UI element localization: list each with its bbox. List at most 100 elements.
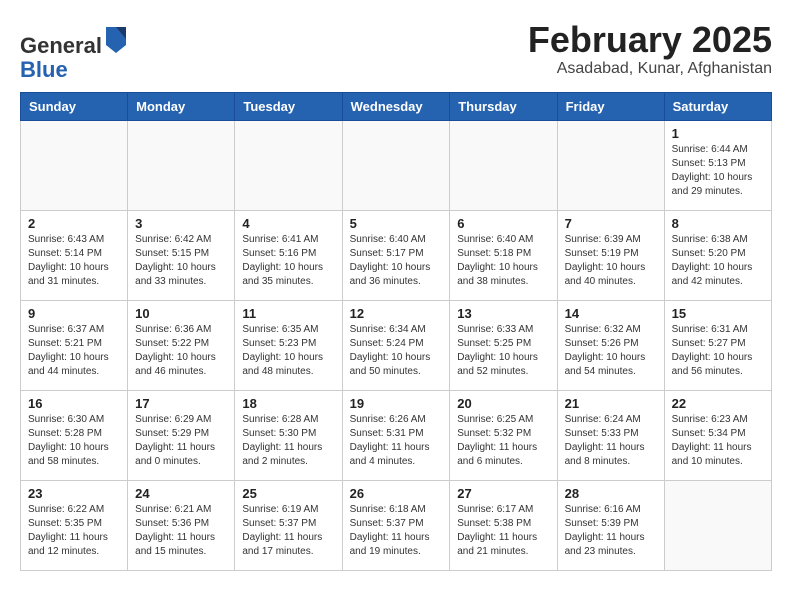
day-info: Sunrise: 6:33 AM Sunset: 5:25 PM Dayligh… bbox=[457, 323, 549, 379]
day-number: 14 bbox=[565, 306, 657, 321]
week-row-1: 1 Sunrise: 6:44 AM Sunset: 5:13 PM Daylig… bbox=[21, 121, 772, 211]
day-cell-w3-d3: 11 Sunrise: 6:35 AM Sunset: 5:23 PM Dayli… bbox=[235, 301, 342, 391]
day-info: Sunrise: 6:36 AM Sunset: 5:22 PM Dayligh… bbox=[135, 323, 227, 379]
day-number: 18 bbox=[242, 396, 334, 411]
day-info: Sunrise: 6:23 AM Sunset: 5:34 PM Dayligh… bbox=[672, 413, 764, 469]
day-number: 4 bbox=[242, 216, 334, 231]
day-number: 6 bbox=[457, 216, 549, 231]
weekday-header-row: Sunday Monday Tuesday Wednesday Thursday… bbox=[21, 93, 772, 121]
day-cell-w2-d4: 5Sunrise: 6:40 AM Sunset: 5:17 PM Daylig… bbox=[342, 211, 450, 301]
day-number: 19 bbox=[350, 396, 443, 411]
week-row-3: 9 Sunrise: 6:37 AM Sunset: 5:21 PM Daylig… bbox=[21, 301, 772, 391]
header-wednesday: Wednesday bbox=[342, 93, 450, 121]
day-cell-w4-d2: 17 Sunrise: 6:29 AM Sunset: 5:29 PM Dayli… bbox=[128, 391, 235, 481]
logo-icon bbox=[104, 25, 128, 53]
day-info: Sunrise: 6:42 AM Sunset: 5:15 PM Dayligh… bbox=[135, 233, 227, 289]
day-number: 21 bbox=[565, 396, 657, 411]
day-cell-w1-d5 bbox=[450, 121, 557, 211]
header-thursday: Thursday bbox=[450, 93, 557, 121]
day-number: 8 bbox=[672, 216, 764, 231]
day-cell-w4-d7: 22Sunrise: 6:23 AM Sunset: 5:34 PM Dayli… bbox=[664, 391, 771, 481]
day-info: Sunrise: 6:16 AM Sunset: 5:39 PM Dayligh… bbox=[565, 503, 657, 559]
day-info: Sunrise: 6:40 AM Sunset: 5:17 PM Dayligh… bbox=[350, 233, 443, 289]
day-cell-w4-d1: 16Sunrise: 6:30 AM Sunset: 5:28 PM Dayli… bbox=[21, 391, 128, 481]
day-cell-w1-d6 bbox=[557, 121, 664, 211]
day-cell-w3-d5: 13 Sunrise: 6:33 AM Sunset: 5:25 PM Dayli… bbox=[450, 301, 557, 391]
day-cell-w2-d6: 7Sunrise: 6:39 AM Sunset: 5:19 PM Daylig… bbox=[557, 211, 664, 301]
day-cell-w1-d1 bbox=[21, 121, 128, 211]
header-monday: Monday bbox=[128, 93, 235, 121]
day-number: 27 bbox=[457, 486, 549, 501]
day-info: Sunrise: 6:41 AM Sunset: 5:16 PM Dayligh… bbox=[242, 233, 334, 289]
day-cell-w5-d3: 25 Sunrise: 6:19 AM Sunset: 5:37 PM Dayli… bbox=[235, 481, 342, 571]
calendar-table: Sunday Monday Tuesday Wednesday Thursday… bbox=[20, 92, 772, 571]
day-cell-w2-d5: 6 Sunrise: 6:40 AM Sunset: 5:18 PM Daylig… bbox=[450, 211, 557, 301]
page-header: General Blue February 2025 Asadabad, Kun… bbox=[20, 20, 772, 82]
day-info: Sunrise: 6:44 AM Sunset: 5:13 PM Dayligh… bbox=[672, 143, 764, 199]
day-cell-w2-d2: 3 Sunrise: 6:42 AM Sunset: 5:15 PM Daylig… bbox=[128, 211, 235, 301]
header-saturday: Saturday bbox=[664, 93, 771, 121]
day-cell-w5-d1: 23 Sunrise: 6:22 AM Sunset: 5:35 PM Dayli… bbox=[21, 481, 128, 571]
day-info: Sunrise: 6:28 AM Sunset: 5:30 PM Dayligh… bbox=[242, 413, 334, 469]
day-cell-w4-d3: 18 Sunrise: 6:28 AM Sunset: 5:30 PM Dayli… bbox=[235, 391, 342, 481]
day-cell-w1-d2 bbox=[128, 121, 235, 211]
day-info: Sunrise: 6:22 AM Sunset: 5:35 PM Dayligh… bbox=[28, 503, 120, 559]
day-info: Sunrise: 6:31 AM Sunset: 5:27 PM Dayligh… bbox=[672, 323, 764, 379]
day-number: 9 bbox=[28, 306, 120, 321]
day-number: 28 bbox=[565, 486, 657, 501]
day-number: 12 bbox=[350, 306, 443, 321]
day-number: 20 bbox=[457, 396, 549, 411]
logo: General Blue bbox=[20, 25, 128, 82]
day-cell-w5-d4: 26Sunrise: 6:18 AM Sunset: 5:37 PM Dayli… bbox=[342, 481, 450, 571]
day-cell-w5-d2: 24 Sunrise: 6:21 AM Sunset: 5:36 PM Dayli… bbox=[128, 481, 235, 571]
day-info: Sunrise: 6:38 AM Sunset: 5:20 PM Dayligh… bbox=[672, 233, 764, 289]
day-info: Sunrise: 6:18 AM Sunset: 5:37 PM Dayligh… bbox=[350, 503, 443, 559]
day-cell-w2-d3: 4 Sunrise: 6:41 AM Sunset: 5:16 PM Daylig… bbox=[235, 211, 342, 301]
day-cell-w3-d7: 15 Sunrise: 6:31 AM Sunset: 5:27 PM Dayli… bbox=[664, 301, 771, 391]
day-number: 15 bbox=[672, 306, 764, 321]
day-info: Sunrise: 6:32 AM Sunset: 5:26 PM Dayligh… bbox=[565, 323, 657, 379]
day-number: 2 bbox=[28, 216, 120, 231]
logo-general: General bbox=[20, 33, 102, 58]
week-row-2: 2Sunrise: 6:43 AM Sunset: 5:14 PM Daylig… bbox=[21, 211, 772, 301]
day-number: 23 bbox=[28, 486, 120, 501]
day-cell-w3-d1: 9 Sunrise: 6:37 AM Sunset: 5:21 PM Daylig… bbox=[21, 301, 128, 391]
day-info: Sunrise: 6:30 AM Sunset: 5:28 PM Dayligh… bbox=[28, 413, 120, 469]
day-info: Sunrise: 6:21 AM Sunset: 5:36 PM Dayligh… bbox=[135, 503, 227, 559]
day-info: Sunrise: 6:34 AM Sunset: 5:24 PM Dayligh… bbox=[350, 323, 443, 379]
day-info: Sunrise: 6:40 AM Sunset: 5:18 PM Dayligh… bbox=[457, 233, 549, 289]
day-info: Sunrise: 6:26 AM Sunset: 5:31 PM Dayligh… bbox=[350, 413, 443, 469]
day-info: Sunrise: 6:35 AM Sunset: 5:23 PM Dayligh… bbox=[242, 323, 334, 379]
day-cell-w5-d6: 28 Sunrise: 6:16 AM Sunset: 5:39 PM Dayli… bbox=[557, 481, 664, 571]
day-cell-w4-d4: 19 Sunrise: 6:26 AM Sunset: 5:31 PM Dayli… bbox=[342, 391, 450, 481]
day-info: Sunrise: 6:39 AM Sunset: 5:19 PM Dayligh… bbox=[565, 233, 657, 289]
day-cell-w5-d7 bbox=[664, 481, 771, 571]
day-cell-w2-d7: 8 Sunrise: 6:38 AM Sunset: 5:20 PM Daylig… bbox=[664, 211, 771, 301]
day-cell-w3-d4: 12 Sunrise: 6:34 AM Sunset: 5:24 PM Dayli… bbox=[342, 301, 450, 391]
day-cell-w1-d3 bbox=[235, 121, 342, 211]
day-info: Sunrise: 6:37 AM Sunset: 5:21 PM Dayligh… bbox=[28, 323, 120, 379]
day-info: Sunrise: 6:24 AM Sunset: 5:33 PM Dayligh… bbox=[565, 413, 657, 469]
header-sunday: Sunday bbox=[21, 93, 128, 121]
day-cell-w4-d5: 20 Sunrise: 6:25 AM Sunset: 5:32 PM Dayli… bbox=[450, 391, 557, 481]
day-info: Sunrise: 6:19 AM Sunset: 5:37 PM Dayligh… bbox=[242, 503, 334, 559]
day-number: 13 bbox=[457, 306, 549, 321]
day-info: Sunrise: 6:17 AM Sunset: 5:38 PM Dayligh… bbox=[457, 503, 549, 559]
title-block: February 2025 Asadabad, Kunar, Afghanist… bbox=[528, 20, 772, 78]
day-number: 3 bbox=[135, 216, 227, 231]
day-info: Sunrise: 6:29 AM Sunset: 5:29 PM Dayligh… bbox=[135, 413, 227, 469]
day-cell-w5-d5: 27 Sunrise: 6:17 AM Sunset: 5:38 PM Dayli… bbox=[450, 481, 557, 571]
day-number: 11 bbox=[242, 306, 334, 321]
day-info: Sunrise: 6:25 AM Sunset: 5:32 PM Dayligh… bbox=[457, 413, 549, 469]
day-cell-w4-d6: 21 Sunrise: 6:24 AM Sunset: 5:33 PM Dayli… bbox=[557, 391, 664, 481]
day-number: 17 bbox=[135, 396, 227, 411]
header-friday: Friday bbox=[557, 93, 664, 121]
header-tuesday: Tuesday bbox=[235, 93, 342, 121]
day-number: 1 bbox=[672, 126, 764, 141]
day-number: 25 bbox=[242, 486, 334, 501]
day-cell-w3-d2: 10Sunrise: 6:36 AM Sunset: 5:22 PM Dayli… bbox=[128, 301, 235, 391]
location: Asadabad, Kunar, Afghanistan bbox=[528, 60, 772, 78]
day-cell-w1-d4 bbox=[342, 121, 450, 211]
month-title: February 2025 bbox=[528, 20, 772, 60]
day-number: 24 bbox=[135, 486, 227, 501]
